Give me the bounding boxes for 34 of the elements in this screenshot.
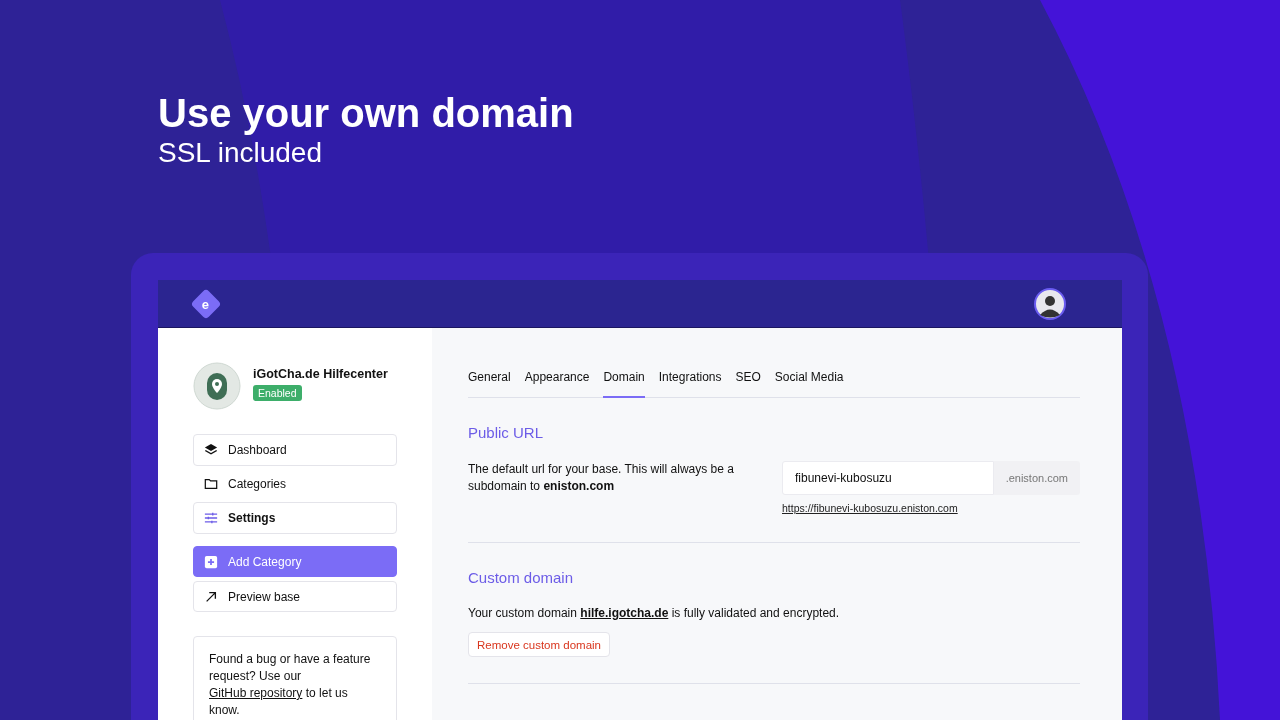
action-button[interactable]: Add Category	[193, 546, 397, 577]
tab[interactable]: Social Media	[774, 370, 844, 398]
tab[interactable]: Appearance	[524, 370, 590, 398]
nav-item[interactable]: Categories	[193, 468, 397, 500]
url-link[interactable]: https://fibunevi-kubosuzu.eniston.com	[782, 502, 958, 514]
arrow-icon	[204, 589, 218, 604]
status-badge: Enabled	[253, 385, 302, 401]
plus-icon	[204, 554, 218, 569]
folder-icon	[204, 477, 218, 491]
subdomain-field[interactable]: fibunevi-kubosuzu	[782, 461, 994, 495]
nav-item[interactable]: Dashboard	[193, 434, 397, 466]
tab[interactable]: Domain	[603, 370, 645, 398]
section-heading: Public URL	[468, 424, 545, 441]
logo[interactable]: e	[190, 287, 222, 320]
tab[interactable]: Integrations	[658, 370, 722, 398]
tab[interactable]: SEO	[735, 370, 761, 398]
tab[interactable]: General	[468, 370, 511, 398]
avatar-icon[interactable]	[1034, 287, 1066, 320]
status-text: Your custom domain hilfe.igotcha.de is fully validated and encrypted.	[468, 606, 841, 620]
domain-link[interactable]: hilfe.igotcha.de	[580, 606, 669, 620]
sliders-icon	[204, 511, 218, 525]
action-button[interactable]: Preview base	[193, 581, 397, 612]
remove-domain-button[interactable]: Remove custom domain	[468, 632, 610, 657]
map-pin-icon	[193, 362, 241, 410]
hero-title: Use your own domain	[158, 90, 575, 136]
domain-suffix: .eniston.com	[993, 461, 1080, 495]
section-heading: Custom domain	[468, 569, 575, 586]
hero-subtitle: SSL included	[158, 136, 323, 170]
layers-icon	[204, 443, 218, 457]
nav-item[interactable]: Settings	[193, 502, 397, 534]
feedback-text: Found a bug or have a feature request? Use our GitHub repository to let us know.	[209, 651, 372, 719]
description-text: The default url for your base. This will always be a subdomain to eniston.com	[468, 461, 735, 495]
base-name: iGotCha.de Hilfecenter	[253, 367, 388, 381]
github-link[interactable]: GitHub repository	[209, 686, 303, 700]
